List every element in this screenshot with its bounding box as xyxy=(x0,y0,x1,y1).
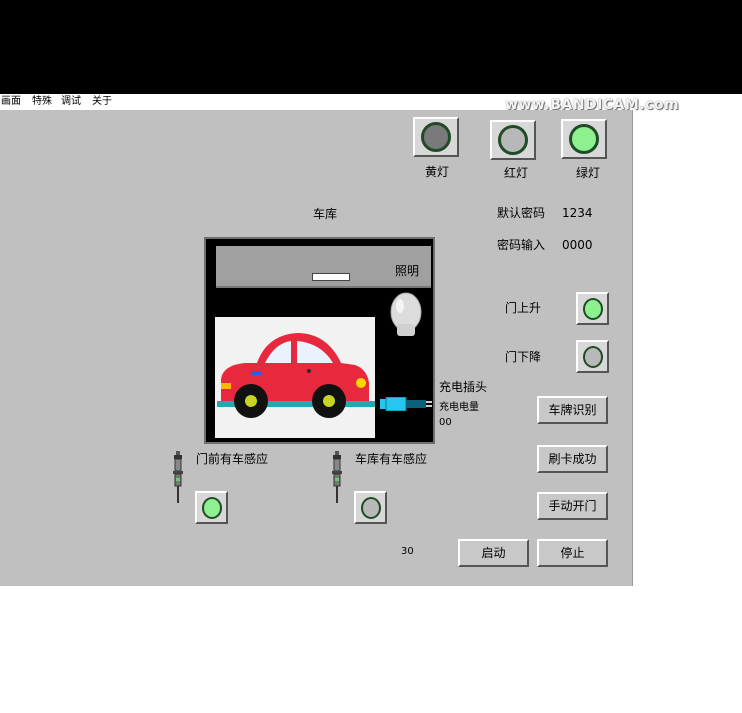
default-password-label: 默认密码 xyxy=(497,206,546,220)
garage-sensor-indicator xyxy=(354,491,387,524)
yellow-lamp-label: 黄灯 xyxy=(425,165,450,179)
lighting-label: 照明 xyxy=(394,264,419,278)
door-up-indicator xyxy=(576,292,609,325)
charging-plug-label: 充电插头 xyxy=(439,380,488,394)
garage-door: 照明 xyxy=(216,246,431,288)
green-lamp-label: 绿灯 xyxy=(576,166,601,180)
car-scene xyxy=(215,317,375,438)
screen-top-bar xyxy=(0,0,742,94)
light-bulb-icon xyxy=(390,292,422,336)
front-sensor-light xyxy=(201,496,222,519)
menu-item-about[interactable]: 关于 xyxy=(92,95,112,109)
start-button[interactable]: 启动 xyxy=(458,539,529,567)
door-down-indicator xyxy=(576,340,609,373)
charge-level-value: 00 xyxy=(439,417,452,428)
charging-plug-icon xyxy=(380,397,432,411)
menu-item-debug[interactable]: 调试 xyxy=(61,95,81,109)
front-sensor-icon xyxy=(173,451,183,503)
card-success-button[interactable]: 刷卡成功 xyxy=(537,445,608,473)
front-sensor-label: 门前有车感应 xyxy=(196,452,269,466)
menu-item-screen[interactable]: 画面 xyxy=(1,95,21,109)
default-password-value: 1234 xyxy=(562,206,593,220)
menu-item-special[interactable]: 特殊 xyxy=(32,95,52,109)
garage-title: 车库 xyxy=(313,207,338,221)
red-lamp-light xyxy=(498,125,528,155)
garage-sensor-icon xyxy=(332,451,342,503)
plate-recognition-button[interactable]: 车牌识别 xyxy=(537,396,608,424)
green-lamp-light xyxy=(569,124,599,154)
door-handle xyxy=(312,273,350,281)
garage-graphic: 照明 xyxy=(204,237,435,444)
front-sensor-indicator xyxy=(195,491,228,524)
manual-open-button[interactable]: 手动开门 xyxy=(537,492,608,520)
red-lamp xyxy=(490,120,536,160)
yellow-lamp xyxy=(413,117,459,157)
counter-value: 30 xyxy=(401,546,414,557)
garage-sensor-label: 车库有车感应 xyxy=(355,452,428,466)
car-icon xyxy=(217,333,375,418)
door-up-label: 门上升 xyxy=(505,301,542,315)
stop-button[interactable]: 停止 xyxy=(537,539,608,567)
password-input-field[interactable]: 0000 xyxy=(562,238,593,252)
door-down-label: 门下降 xyxy=(505,350,542,364)
garage-sensor-light xyxy=(360,496,381,519)
green-lamp xyxy=(561,119,607,159)
door-down-light xyxy=(582,345,603,368)
red-lamp-label: 红灯 xyxy=(504,166,529,180)
password-input-label: 密码输入 xyxy=(497,238,546,252)
charge-level-label: 充电电量 xyxy=(439,402,479,413)
yellow-lamp-light xyxy=(421,122,451,152)
door-up-light xyxy=(582,297,603,320)
hmi-panel: 黄灯 红灯 绿灯 车库 默认密码 1234 密码输入 0000 门上升 门下降 … xyxy=(0,110,633,586)
